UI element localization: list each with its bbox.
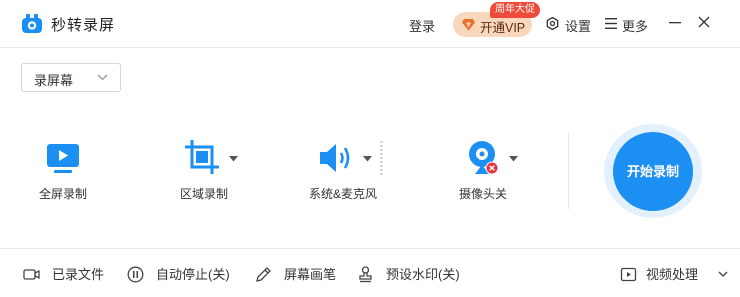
webcam-options-caret-icon[interactable]	[509, 156, 518, 162]
video-play-icon	[620, 267, 637, 282]
more-label: 更多	[622, 19, 649, 34]
region-record-tool[interactable]: 区域录制	[178, 140, 230, 201]
diamond-icon	[462, 19, 475, 31]
recorded-files-label: 已录文件	[52, 267, 105, 282]
title-bar: 秒转录屏 登录 开通VIP 周年大促 设置 更多	[0, 0, 740, 48]
recorded-files-button[interactable]: 已录文件	[23, 266, 108, 283]
login-link[interactable]: 登录	[409, 16, 435, 35]
stamp-icon	[359, 266, 372, 283]
watermark-label: 预设水印(关)	[386, 267, 460, 282]
video-processing-button[interactable]: 视频处理	[620, 266, 732, 283]
chevron-down-icon	[718, 271, 728, 277]
webcam-tool[interactable]: 摄像头关	[458, 140, 510, 201]
menu-icon	[605, 18, 617, 29]
start-recording-button[interactable]: 开始录制	[613, 132, 693, 211]
monitor-play-icon	[47, 144, 79, 173]
webcam-off-icon	[469, 141, 499, 175]
settings-label: 设置	[565, 19, 592, 34]
tool-label-webcam: 摄像头关	[459, 187, 508, 201]
promo-badge: 周年大促	[490, 2, 540, 18]
vip-label: 开通VIP	[480, 21, 526, 35]
audio-level-meter	[380, 141, 383, 175]
video-camera-icon	[23, 269, 40, 280]
divider	[568, 133, 569, 209]
region-options-caret-icon[interactable]	[229, 156, 238, 162]
auto-stop-label: 自动停止(关)	[156, 267, 230, 282]
app-logo-icon	[22, 14, 42, 33]
tool-label-region: 区域录制	[180, 187, 229, 201]
gear-icon	[546, 17, 559, 30]
close-icon[interactable]	[696, 14, 712, 30]
crop-icon	[185, 140, 219, 174]
speaker-icon	[320, 144, 350, 172]
video-processing-label: 视频处理	[646, 267, 699, 282]
tool-label-fullscreen: 全屏录制	[39, 187, 88, 201]
recording-mode-select[interactable]: 录屏幕	[21, 63, 121, 92]
watermark-button[interactable]: 预设水印(关)	[357, 266, 469, 283]
app-title: 秒转录屏	[51, 17, 116, 34]
screen-pen-button[interactable]: 屏幕画笔	[255, 266, 340, 283]
tool-label-audio: 系统&麦克风	[309, 187, 378, 201]
pen-icon	[256, 267, 271, 282]
minimize-icon[interactable]	[667, 14, 683, 30]
audio-options-caret-icon[interactable]	[363, 156, 372, 162]
fullscreen-record-tool[interactable]: 全屏录制	[38, 140, 90, 201]
audio-source-tool[interactable]: 系统&麦克风	[308, 140, 380, 201]
screen-pen-label: 屏幕画笔	[284, 267, 337, 282]
recording-mode-value: 录屏幕	[34, 73, 74, 88]
bottom-toolbar: 已录文件 自动停止(关) 屏幕画笔 预设水印(关) 视频处理	[0, 248, 740, 297]
chevron-down-icon	[97, 74, 108, 81]
auto-stop-button[interactable]: 自动停止(关)	[127, 266, 237, 283]
pause-circle-icon	[127, 266, 144, 283]
